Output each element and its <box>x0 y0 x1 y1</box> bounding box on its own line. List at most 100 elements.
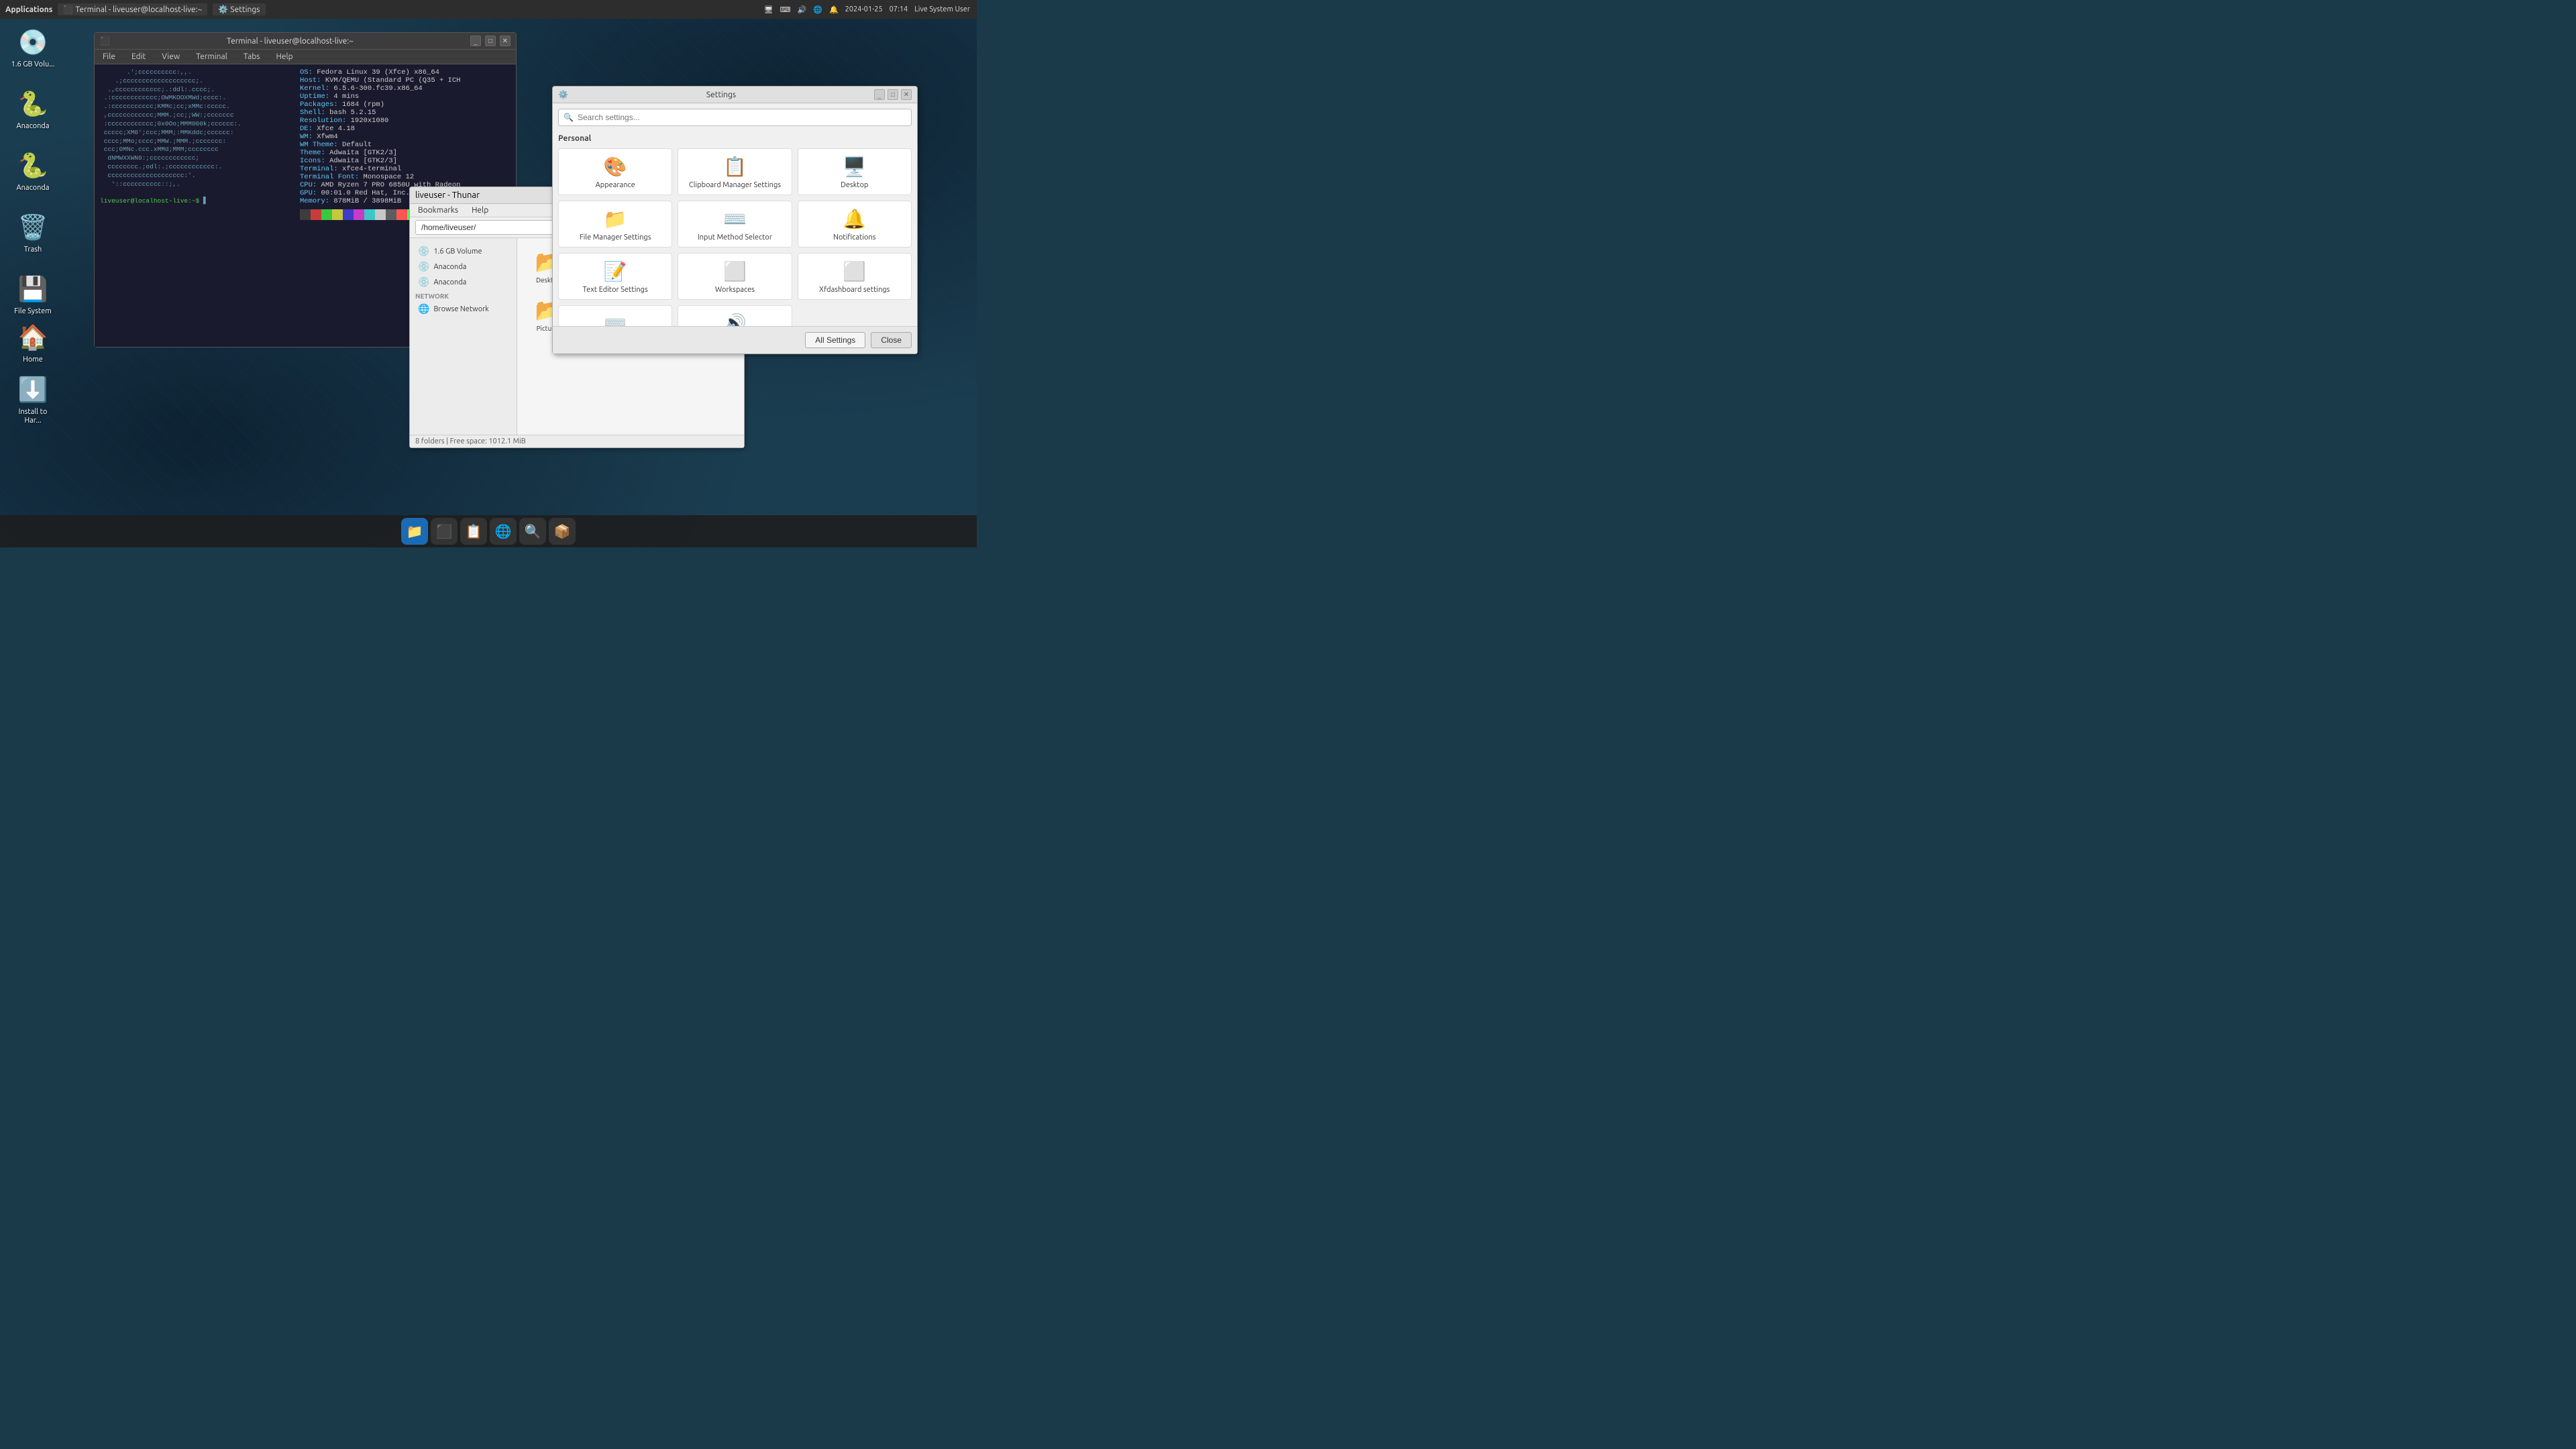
desktop-icon-filesystem[interactable]: 💾 File System <box>9 272 56 316</box>
inputmethod-icon: ⌨️ <box>722 207 747 231</box>
settings-search: 🔍 <box>558 109 912 126</box>
anaconda1-icon-label: Anaconda <box>17 122 50 131</box>
trash-icon-label: Trash <box>24 246 42 254</box>
anaconda2-sidebar-label: Anaconda <box>433 278 466 286</box>
dock-apps[interactable]: 📦 <box>549 518 576 545</box>
all-settings-label: All Settings <box>815 335 855 345</box>
settings-item-clipboard[interactable]: 📋 Clipboard Manager Settings <box>678 148 792 195</box>
close-settings-btn[interactable]: Close <box>871 332 912 348</box>
workspaces-label: Workspaces <box>715 286 755 294</box>
terminal-window-icon: ⬛ <box>100 36 110 46</box>
volume-icon: 🔊 <box>798 5 807 14</box>
close-settings-label: Close <box>881 335 902 345</box>
sidebar-item-browse-network[interactable]: 🌐 Browse Network <box>413 301 514 317</box>
settings-taskbar-icon: ⚙️ <box>218 5 227 14</box>
filesystem-icon-img: 💾 <box>17 272 49 305</box>
sidebar-item-volume[interactable]: 💿 1.6 GB Volume <box>413 244 514 259</box>
sidebar-item-anaconda1[interactable]: 💿 Anaconda <box>413 259 514 274</box>
home-icon-img: 🏠 <box>17 321 49 353</box>
settings-taskbar-label: Settings <box>230 5 260 14</box>
anaconda1-sidebar-label: Anaconda <box>433 263 466 271</box>
desktop-settings-label: Desktop <box>841 181 868 189</box>
desktop-icon-anaconda1[interactable]: 🐍 Anaconda <box>9 87 56 131</box>
terminal-maximize-btn[interactable]: □ <box>485 36 496 46</box>
settings-footer: All Settings Close <box>553 326 917 354</box>
settings-item-notifications[interactable]: 🔔 Notifications <box>798 201 912 248</box>
keyboard-settings-icon: ⌨️ <box>603 311 627 326</box>
texteditor-icon: 📝 <box>603 259 627 283</box>
settings-item-keyboard[interactable]: ⌨️ Keyboard <box>558 305 672 326</box>
terminal-menu-help[interactable]: Help <box>273 51 295 62</box>
thunar-menu-bookmarks[interactable]: Bookmarks <box>415 205 461 215</box>
pulseaudio-icon: 🔊 <box>722 311 747 326</box>
taskbar-bottom: 📁 ⬛ 📋 🌐 🔍 📦 <box>0 515 977 547</box>
xfdashboard-icon: ⬜ <box>843 259 867 283</box>
all-settings-btn[interactable]: All Settings <box>805 332 865 348</box>
desktop-icon-trash[interactable]: 🗑️ Trash <box>9 211 56 254</box>
sidebar-item-anaconda2[interactable]: 💿 Anaconda <box>413 274 514 290</box>
terminal-titlebar: ⬛ Terminal - liveuser@localhost-live:~ _… <box>95 33 516 50</box>
dock-search[interactable]: 🔍 <box>519 518 546 545</box>
terminal-taskbar-btn[interactable]: ⬛ Terminal - liveuser@localhost-live:~ <box>58 3 207 15</box>
settings-grid: 🎨 Appearance 📋 Clipboard Manager Setting… <box>558 148 912 326</box>
xfdashboard-label: Xfdashboard settings <box>819 286 890 294</box>
applications-menu[interactable]: Applications <box>5 5 52 14</box>
volume-icon-label: 1.6 GB Volu... <box>11 60 55 69</box>
terminal-art: .';cccccccccc:,,. .;ccccccccccccccccccc;… <box>100 68 294 343</box>
home-icon-label: Home <box>23 356 43 364</box>
terminal-menu-file[interactable]: File <box>100 51 118 62</box>
dock-files[interactable]: 📁 <box>401 518 428 545</box>
volume-icon-img: 💿 <box>17 25 49 58</box>
terminal-menu-tabs[interactable]: Tabs <box>241 51 263 62</box>
settings-minimize-btn[interactable]: _ <box>874 89 885 100</box>
settings-body: 🔍 Personal 🎨 Appearance 📋 Clipboard Mana… <box>553 103 917 326</box>
desktop-icon-volume[interactable]: 💿 1.6 GB Volu... <box>9 25 56 69</box>
terminal-minimize-btn[interactable]: _ <box>470 36 481 46</box>
terminal-menu-view[interactable]: View <box>159 51 182 62</box>
anaconda1-sidebar-icon: 💿 <box>418 261 429 272</box>
settings-title: Settings <box>571 91 871 99</box>
settings-item-xfdashboard[interactable]: ⬜ Xfdashboard settings <box>798 253 912 300</box>
settings-close-btn[interactable]: ✕ <box>901 89 912 100</box>
dock-browser[interactable]: 🌐 <box>490 518 517 545</box>
terminal-menu-edit[interactable]: Edit <box>129 51 148 62</box>
settings-item-workspaces[interactable]: ⬜ Workspaces <box>678 253 792 300</box>
clipboard-icon: 📋 <box>722 154 747 178</box>
install-icon-label: Install to Har... <box>9 408 56 425</box>
settings-item-inputmethod[interactable]: ⌨️ Input Method Selector <box>678 201 792 248</box>
thunar-sidebar: 💿 1.6 GB Volume 💿 Anaconda 💿 Anaconda Ne… <box>410 238 517 435</box>
display-icon: 🖥 <box>764 5 773 14</box>
browse-network-icon: 🌐 <box>418 303 429 315</box>
desktop-icon-install[interactable]: ⬇️ Install to Har... <box>9 373 56 425</box>
network-section-title: Network <box>413 290 514 301</box>
trash-icon-img: 🗑️ <box>17 211 49 243</box>
volume-sidebar-icon: 💿 <box>418 246 429 257</box>
settings-item-appearance[interactable]: 🎨 Appearance <box>558 148 672 195</box>
settings-personal-label: Personal <box>558 134 912 143</box>
desktop-icon-anaconda2[interactable]: 🐍 Anaconda <box>9 149 56 193</box>
dock-terminal[interactable]: ⬛ <box>431 518 458 545</box>
taskbar-top: Applications ⬛ Terminal - liveuser@local… <box>0 0 977 19</box>
volume-sidebar-label: 1.6 GB Volume <box>433 248 482 256</box>
dock-filemanager2[interactable]: 📋 <box>460 518 487 545</box>
thunar-menu-help[interactable]: Help <box>469 205 491 215</box>
terminal-close-btn[interactable]: ✕ <box>500 36 511 46</box>
browse-network-label: Browse Network <box>433 305 488 313</box>
desktop-icon-home[interactable]: 🏠 Home <box>9 321 56 364</box>
settings-maximize-btn[interactable]: □ <box>888 89 898 100</box>
terminal-taskbar-label: Terminal - liveuser@localhost-live:~ <box>75 5 202 14</box>
anaconda2-icon-img: 🐍 <box>17 149 49 181</box>
settings-taskbar-btn[interactable]: ⚙️ Settings <box>213 3 265 15</box>
settings-item-desktop[interactable]: 🖥️ Desktop <box>798 148 912 195</box>
terminal-menu-terminal[interactable]: Terminal <box>193 51 230 62</box>
settings-item-pulseaudio[interactable]: 🔊 PulseAudio Volume <box>678 305 792 326</box>
filesystem-icon-label: File System <box>14 307 52 316</box>
settings-search-input[interactable] <box>558 109 912 126</box>
workspaces-icon: ⬜ <box>722 259 747 283</box>
anaconda1-icon-img: 🐍 <box>17 87 49 119</box>
thunar-title-label: liveuser - Thunar <box>415 191 480 200</box>
settings-item-texteditor[interactable]: 📝 Text Editor Settings <box>558 253 672 300</box>
filemanager-label: File Manager Settings <box>580 233 651 241</box>
settings-item-filemanager[interactable]: 📁 File Manager Settings <box>558 201 672 248</box>
taskbar-right: 🖥 ⌨ 🔊 🌐 🔔 2024-01-25 07:14 Live System U… <box>757 5 977 14</box>
